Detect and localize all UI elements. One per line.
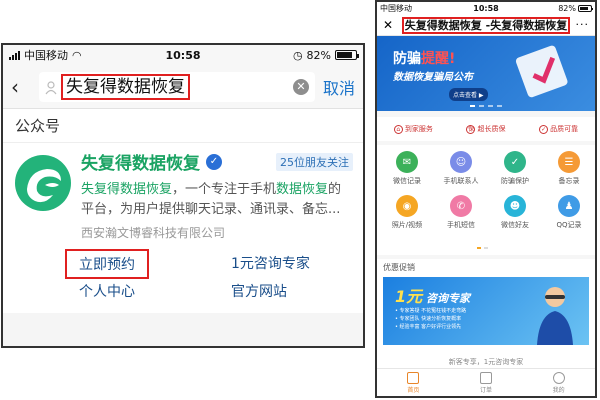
status-bar: 中国移动 ◠ 10:58 ◷ 82% bbox=[3, 45, 363, 65]
contact-icon: ☺ bbox=[450, 151, 472, 173]
home-icon bbox=[407, 372, 420, 384]
battery-icon bbox=[578, 4, 593, 12]
qq-icon: ♟ bbox=[558, 195, 580, 217]
page-indicator bbox=[477, 247, 488, 249]
cancel-button[interactable]: 取消 bbox=[323, 75, 355, 99]
official-site-link[interactable]: 官方网站 bbox=[231, 281, 287, 301]
book-now-link[interactable]: 立即预约 bbox=[65, 249, 149, 279]
banner[interactable]: 防骗提醒! 数据恢复骗局公布 点击查看 ▶ bbox=[377, 36, 595, 111]
service-wechat-friends[interactable]: ☻ 微信好友 bbox=[489, 195, 541, 230]
promo-section-title: 优惠促销 bbox=[377, 259, 595, 277]
shield-icon: ✓ bbox=[504, 151, 526, 173]
sms-icon: ✆ bbox=[450, 195, 472, 217]
service-photos[interactable]: ◉ 照片/视频 bbox=[381, 195, 433, 230]
banner-view-button[interactable]: 点击查看 ▶ bbox=[449, 88, 488, 101]
service-anti-fraud[interactable]: ✓ 防骗保护 bbox=[489, 151, 541, 186]
search-input[interactable]: 失复得数据恢复 ✕ bbox=[39, 71, 315, 102]
search-results-panel: 中国移动 ◠ 10:58 ◷ 82% ‹ 失复得数据恢复 ✕ 取消 公众号 失复… bbox=[1, 43, 365, 348]
account-result-card[interactable]: 失复得数据恢复 ✓ 25位朋友关注 失复得数据恢复，一个专注于手机数据恢复的平台… bbox=[3, 143, 363, 313]
profile-icon bbox=[552, 372, 565, 384]
wechat-friends-icon: ☻ bbox=[504, 195, 526, 217]
account-name[interactable]: 失复得数据恢复 bbox=[81, 149, 200, 174]
carousel-indicator bbox=[377, 105, 595, 107]
page-title: 失复得数据恢复 -失复得数据恢复 bbox=[397, 16, 575, 34]
service-memo[interactable]: ☰ 备忘录 bbox=[543, 151, 595, 186]
banner-headline: 防骗提醒! bbox=[393, 51, 456, 67]
mini-program-panel: 中国移动 10:58 82% ✕ 失复得数据恢复 -失复得数据恢复 ··· 防骗… bbox=[375, 0, 597, 398]
shield-icon bbox=[515, 45, 568, 98]
status-time: 10:58 bbox=[473, 3, 499, 13]
warranty-icon: 保 bbox=[466, 124, 476, 134]
person-icon bbox=[45, 80, 57, 94]
battery-icon bbox=[335, 50, 359, 60]
service-wechat-records[interactable]: ✉ 微信记录 bbox=[381, 151, 433, 186]
company-name: 西安瀚文博睿科技有限公司 bbox=[81, 226, 226, 240]
orders-icon bbox=[480, 372, 492, 384]
account-description: 失复得数据恢复，一个专注于手机数据恢复的平台，为用户提供聊天记录、通讯录、备忘.… bbox=[81, 182, 342, 217]
quality-icon: ✓ bbox=[539, 124, 549, 134]
camera-icon: ◉ bbox=[396, 195, 418, 217]
tab-orders[interactable]: 订单 bbox=[450, 369, 523, 396]
trust-strip: ⌂ 到家服务 保超长质保 ✓ 品质可靠 bbox=[377, 117, 595, 141]
section-title: 公众号 bbox=[3, 109, 363, 143]
home-service-icon: ⌂ bbox=[393, 124, 403, 134]
service-grid: ✉ 微信记录 ☺ 手机联系人 ✓ 防骗保护 ☰ 备忘录 ◉ 照片/视频 ✆ 手机短信 ☻ 微信… bbox=[377, 145, 595, 255]
personal-center-link[interactable]: 个人中心 bbox=[79, 281, 135, 301]
search-query[interactable]: 失复得数据恢复 bbox=[61, 73, 190, 100]
chat-icon: ✉ bbox=[396, 151, 418, 173]
tab-me[interactable]: 我的 bbox=[522, 369, 595, 396]
banner-subtitle: 数据恢复骗局公布 bbox=[393, 72, 473, 83]
close-icon[interactable]: ✕ bbox=[383, 18, 397, 32]
status-time: 10:58 bbox=[165, 48, 201, 62]
account-logo bbox=[15, 155, 71, 211]
service-sms[interactable]: ✆ 手机短信 bbox=[435, 195, 487, 230]
back-icon[interactable]: ‹ bbox=[11, 75, 31, 99]
friends-follow-badge: 25位朋友关注 bbox=[276, 152, 353, 171]
clear-icon[interactable]: ✕ bbox=[293, 78, 309, 95]
expert-photo bbox=[537, 287, 573, 345]
service-qq[interactable]: ♟ QQ记录 bbox=[543, 195, 595, 230]
memo-icon: ☰ bbox=[558, 151, 580, 173]
promo-banner[interactable]: 1元 咨询专家 • 专家答疑 不花冤枉钱不走弯路 • 专家团队 快速分析恢复概率… bbox=[377, 277, 595, 353]
tab-bar: 首页 订单 我的 bbox=[377, 368, 595, 396]
more-icon[interactable]: ··· bbox=[575, 18, 589, 31]
tab-home[interactable]: 首页 bbox=[377, 369, 450, 396]
verified-icon: ✓ bbox=[206, 153, 222, 170]
search-bar: ‹ 失复得数据恢复 ✕ 取消 bbox=[3, 65, 363, 109]
service-contacts[interactable]: ☺ 手机联系人 bbox=[435, 151, 487, 186]
title-bar: ✕ 失复得数据恢复 -失复得数据恢复 ··· bbox=[377, 14, 595, 36]
status-bar: 中国移动 10:58 82% bbox=[377, 2, 595, 14]
consult-expert-link[interactable]: 1元咨询专家 bbox=[231, 253, 310, 273]
